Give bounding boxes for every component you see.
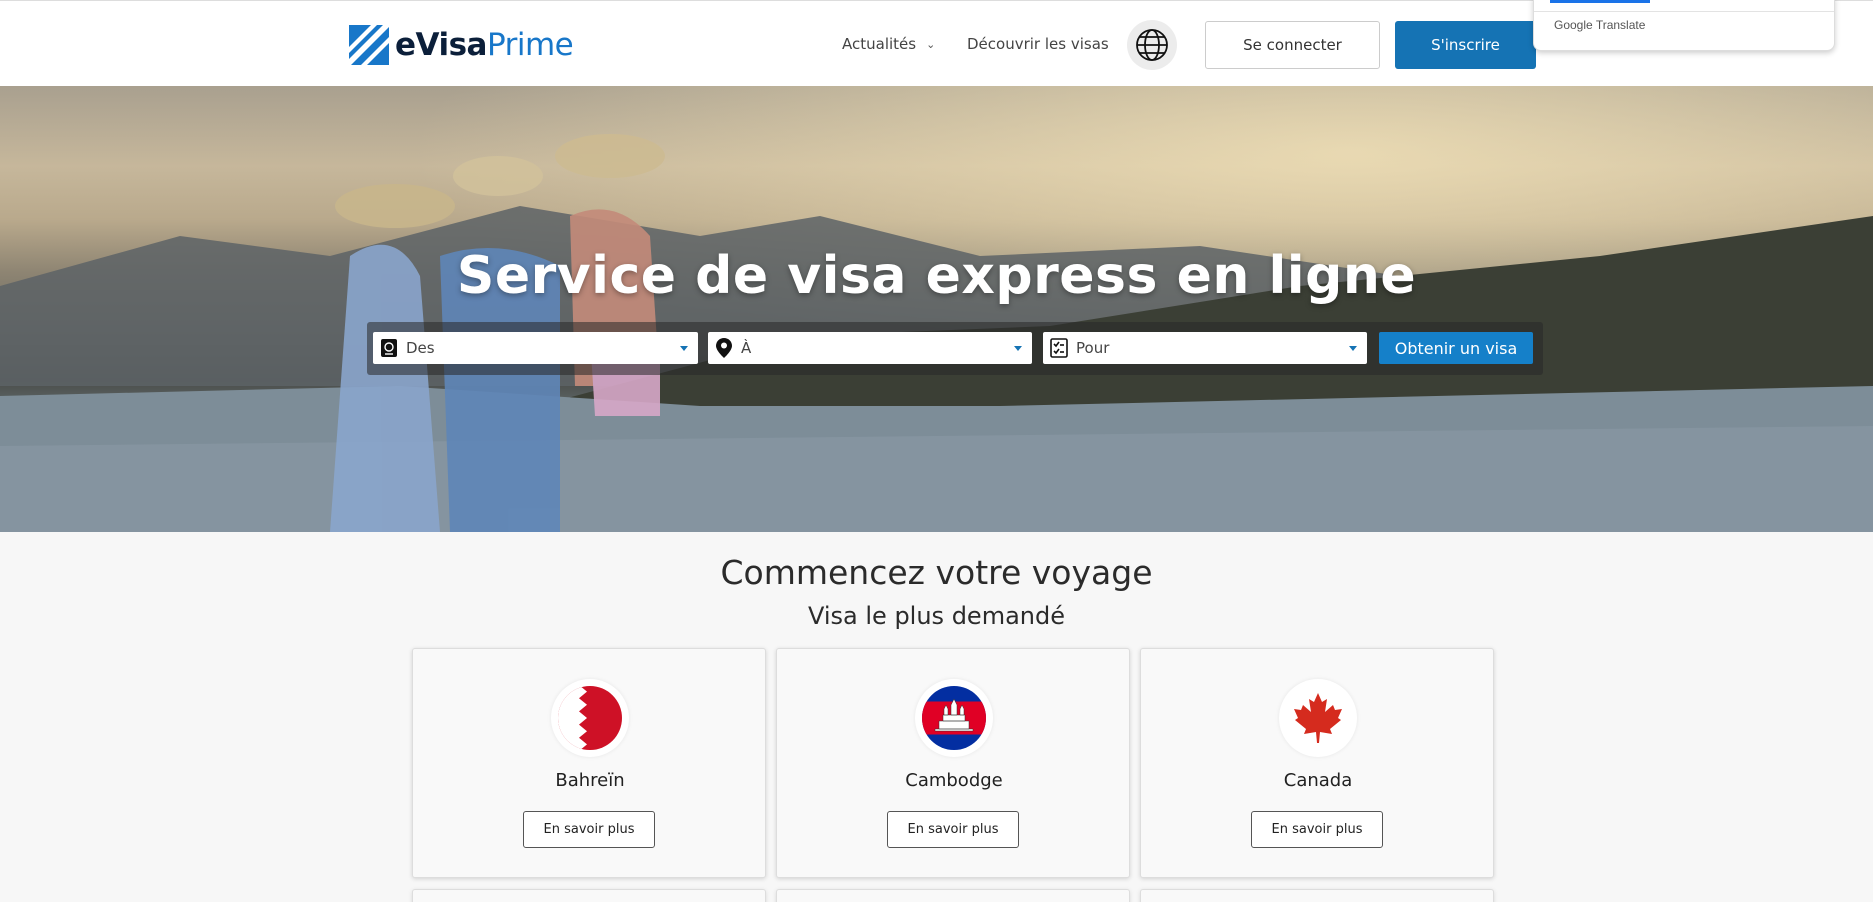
location-pin-icon — [713, 337, 735, 359]
site-header: eVisaPrime Actualités ⌄ Découvrir les vi… — [0, 0, 1873, 86]
learn-more-button[interactable]: En savoir plus — [887, 811, 1019, 848]
logo-text-main: eVisa — [395, 27, 487, 63]
cambodia-flag-icon — [915, 679, 993, 757]
visa-card-canada[interactable]: Canada En savoir plus — [1140, 648, 1494, 878]
dropdown-arrow-icon — [680, 345, 688, 351]
visa-card-partial[interactable] — [1140, 889, 1494, 902]
from-country-select[interactable]: Des — [373, 332, 698, 364]
site-logo[interactable]: eVisaPrime — [349, 25, 574, 65]
visa-card-cambodia[interactable]: Cambodge En savoir plus — [776, 648, 1130, 878]
divider — [1534, 11, 1834, 12]
nav-news-label: Actualités — [842, 35, 917, 53]
bahrain-flag-icon — [551, 679, 629, 757]
login-button[interactable]: Se connecter — [1205, 21, 1380, 69]
learn-more-button[interactable]: En savoir plus — [523, 811, 655, 848]
nav-news-dropdown[interactable]: Actualités ⌄ — [842, 1, 935, 87]
learn-more-button[interactable]: En savoir plus — [1251, 811, 1383, 848]
country-name: Canada — [1283, 770, 1353, 791]
google-translate-label: Google Translate — [1554, 18, 1646, 32]
section-subtitle: Visa le plus demandé — [807, 602, 1065, 630]
dropdown-arrow-icon — [1349, 345, 1357, 351]
visa-card-partial[interactable] — [776, 889, 1130, 902]
get-visa-button[interactable]: Obtenir un visa — [1379, 332, 1533, 364]
section-title: Commencez votre voyage — [720, 553, 1153, 592]
visa-card-bahrain[interactable]: Bahreïn En savoir plus — [412, 648, 766, 878]
from-country-placeholder: Des — [406, 339, 435, 357]
hero-title: Service de visa express en ligne — [456, 246, 1417, 306]
signup-button[interactable]: S'inscrire — [1395, 21, 1536, 69]
globe-icon — [1136, 29, 1168, 61]
logo-mark-icon — [349, 25, 389, 65]
nav-discover-visas[interactable]: Découvrir les visas — [967, 1, 1109, 87]
purpose-placeholder: Pour — [1076, 339, 1110, 357]
country-name: Cambodge — [905, 770, 1003, 791]
chevron-down-icon: ⌄ — [926, 37, 936, 51]
logo-text: eVisaPrime — [395, 27, 574, 63]
google-translate-progress — [1550, 0, 1650, 3]
hero-banner: Service de visa express en ligne Des À P… — [0, 86, 1873, 532]
logo-text-accent: Prime — [486, 27, 574, 63]
to-country-placeholder: À — [741, 339, 752, 357]
visa-card-partial[interactable] — [412, 889, 766, 902]
checklist-icon — [1048, 337, 1070, 359]
language-button[interactable] — [1127, 20, 1177, 70]
purpose-select[interactable]: Pour — [1043, 332, 1367, 364]
visa-search-bar: Des À Pour Obtenir un visa — [367, 322, 1543, 375]
to-country-select[interactable]: À — [708, 332, 1032, 364]
canada-flag-icon — [1279, 679, 1357, 757]
dropdown-arrow-icon — [1014, 345, 1022, 351]
google-translate-popup: Google Translate — [1533, 0, 1835, 51]
country-name: Bahreïn — [555, 770, 625, 791]
hero-background-image — [0, 86, 1873, 532]
passport-icon — [378, 337, 400, 359]
